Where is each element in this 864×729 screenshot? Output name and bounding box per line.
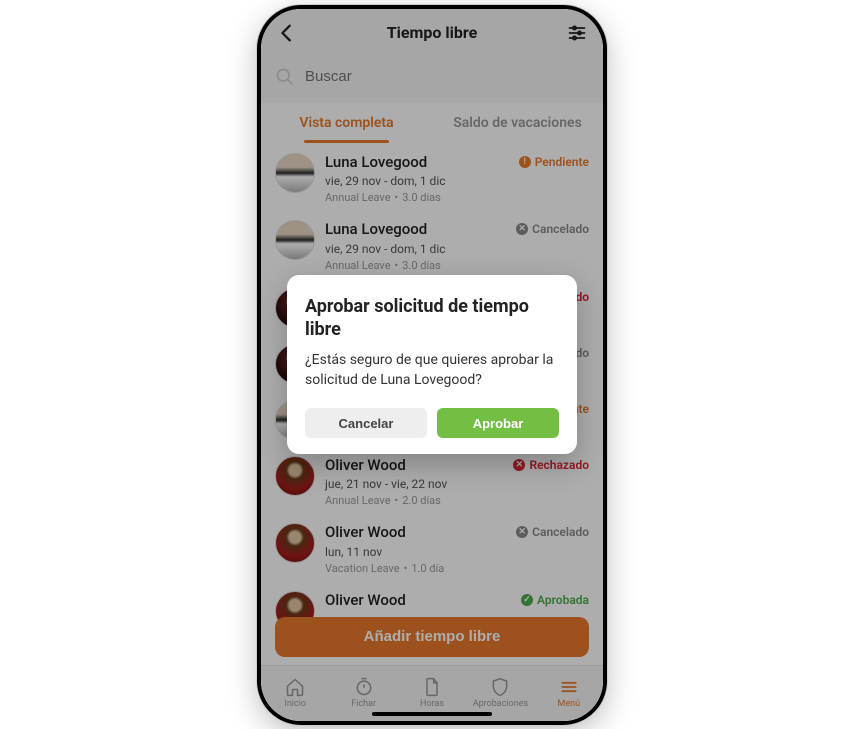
phone-frame: Tiempo libre Vista completa Saldo de vac… xyxy=(257,5,607,725)
approve-modal: Aprobar solicitud de tiempo libre ¿Estás… xyxy=(287,275,577,455)
modal-title: Aprobar solicitud de tiempo libre xyxy=(305,295,559,342)
cancel-button[interactable]: Cancelar xyxy=(305,408,427,438)
modal-overlay[interactable]: Aprobar solicitud de tiempo libre ¿Estás… xyxy=(261,9,603,721)
screen: Tiempo libre Vista completa Saldo de vac… xyxy=(261,9,603,721)
modal-actions: Cancelar Aprobar xyxy=(305,408,559,438)
modal-body: ¿Estás seguro de que quieres aprobar la … xyxy=(305,351,559,390)
approve-button[interactable]: Aprobar xyxy=(437,408,559,438)
